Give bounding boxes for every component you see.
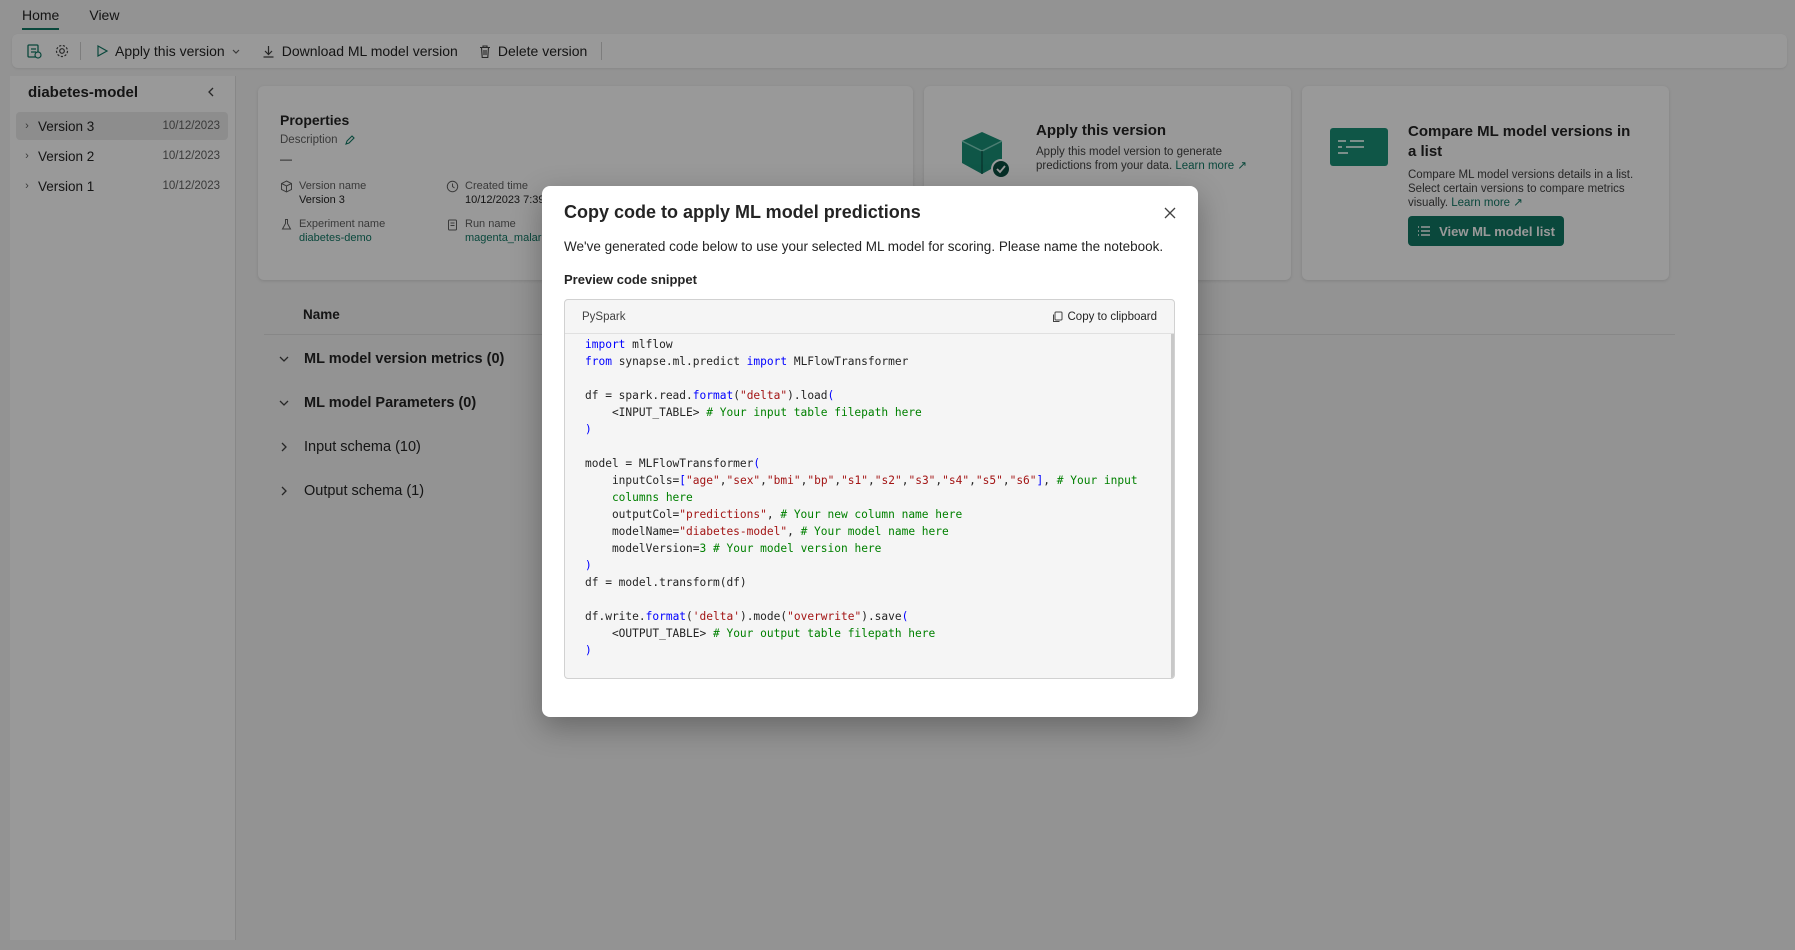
- code-snippet: import mlflow from synapse.ml.predict im…: [585, 338, 1138, 657]
- copy-code-dialog: Copy code to apply ML model predictions …: [542, 186, 1198, 717]
- code-header: PySpark Copy to clipboard: [565, 300, 1174, 334]
- copy-to-clipboard-label: Copy to clipboard: [1067, 310, 1158, 323]
- preview-code-label: Preview code snippet: [564, 272, 697, 287]
- close-icon[interactable]: [1160, 203, 1180, 223]
- code-snippet-box: PySpark Copy to clipboard import mlflow …: [564, 299, 1175, 679]
- dialog-description: We've generated code below to use your s…: [564, 239, 1164, 254]
- code-scrollbar[interactable]: [1171, 334, 1174, 678]
- code-language: PySpark: [582, 310, 626, 323]
- copy-icon: [1052, 311, 1062, 322]
- copy-to-clipboard-button[interactable]: Copy to clipboard: [1052, 310, 1158, 323]
- dialog-title: Copy code to apply ML model predictions: [564, 202, 921, 222]
